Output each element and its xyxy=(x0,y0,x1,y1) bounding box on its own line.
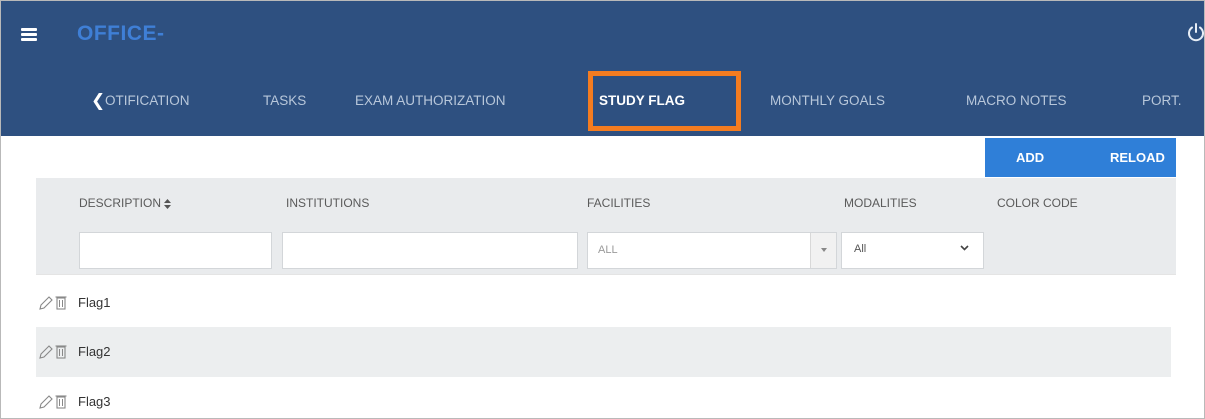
menu-icon[interactable] xyxy=(21,28,37,41)
column-header-modalities[interactable]: MODALITIES xyxy=(844,196,917,210)
app-header: OFFICE- ❮ OTIFICATION TASKS EXAM AUTHORI… xyxy=(1,1,1205,136)
tab-tasks[interactable]: TASKS xyxy=(263,81,306,121)
tab-port[interactable]: PORT. xyxy=(1142,81,1182,121)
pencil-icon[interactable] xyxy=(39,345,53,359)
facilities-filter-value: ALL xyxy=(598,244,618,256)
row-description: Flag3 xyxy=(78,394,111,409)
power-icon[interactable] xyxy=(1185,21,1205,43)
column-header-color-code[interactable]: COLOR CODE xyxy=(997,196,1078,210)
grid-header: DESCRIPTION INSTITUTIONS FACILITIES MODA… xyxy=(36,178,1176,274)
tab-monthly-goals[interactable]: MONTHLY GOALS xyxy=(770,81,885,121)
column-header-description[interactable]: DESCRIPTION xyxy=(79,196,172,210)
app-title: OFFICE- xyxy=(77,22,165,45)
action-bar: ADD RELOAD xyxy=(985,138,1176,177)
tab-macro-notes[interactable]: MACRO NOTES xyxy=(966,81,1067,121)
column-header-label: DESCRIPTION xyxy=(79,196,162,210)
sort-icon[interactable] xyxy=(164,198,172,209)
active-tab-highlight xyxy=(588,71,741,131)
pencil-icon[interactable] xyxy=(39,296,53,310)
study-flag-screen: OFFICE- ❮ OTIFICATION TASKS EXAM AUTHORI… xyxy=(0,0,1205,419)
modalities-filter-select[interactable]: All xyxy=(841,232,984,269)
institutions-filter-input[interactable] xyxy=(282,232,578,269)
column-header-facilities[interactable]: FACILITIES xyxy=(587,196,650,210)
row-description: Flag1 xyxy=(78,295,111,310)
row-action-icons xyxy=(39,345,67,359)
tab-notification[interactable]: OTIFICATION xyxy=(105,81,190,121)
table-row[interactable]: Flag1 xyxy=(36,278,1171,328)
table-row[interactable]: Flag3 xyxy=(36,377,1171,418)
row-description: Flag2 xyxy=(78,344,111,359)
column-header-institutions[interactable]: INSTITUTIONS xyxy=(286,196,369,210)
row-action-icons xyxy=(39,395,67,409)
pencil-icon[interactable] xyxy=(39,395,53,409)
row-action-icons xyxy=(39,296,67,310)
reload-button[interactable]: RELOAD xyxy=(1110,138,1165,177)
chevron-down-icon xyxy=(960,245,969,251)
modalities-filter-value: All xyxy=(854,243,867,255)
grid-divider xyxy=(36,274,1176,275)
table-row[interactable]: Flag2 xyxy=(36,327,1171,377)
facilities-filter-select[interactable]: ALL xyxy=(587,232,837,269)
description-filter-input[interactable] xyxy=(79,232,272,269)
trash-icon[interactable] xyxy=(55,345,67,359)
trash-icon[interactable] xyxy=(55,296,67,310)
add-button[interactable]: ADD xyxy=(1016,138,1044,177)
trash-icon[interactable] xyxy=(55,395,67,409)
dropdown-arrow-icon[interactable] xyxy=(810,233,836,268)
tab-exam-authorization[interactable]: EXAM AUTHORIZATION xyxy=(355,81,506,121)
